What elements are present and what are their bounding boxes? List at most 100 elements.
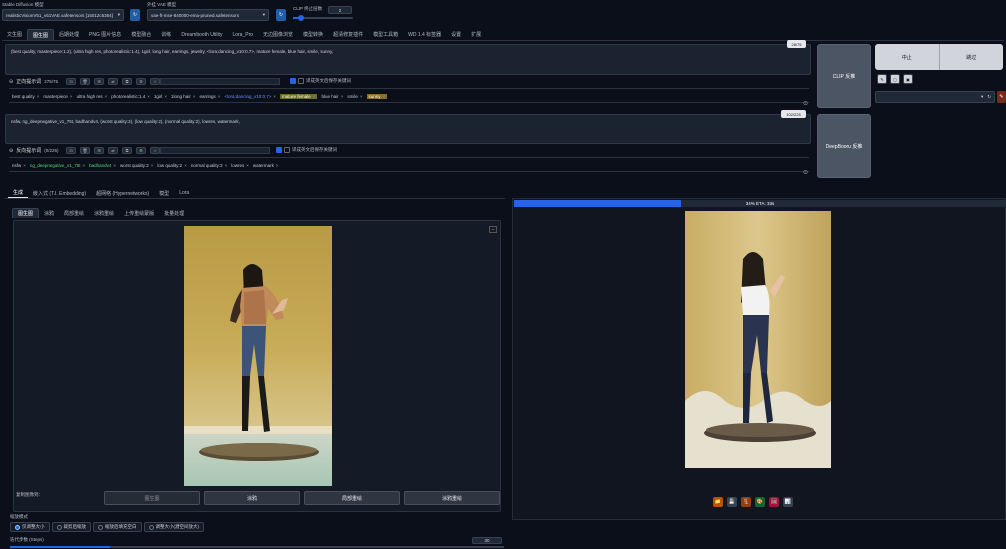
clipboard-icon[interactable]: ▢ — [890, 74, 900, 84]
prompt-chip[interactable]: badhandv4 × — [89, 163, 116, 168]
star-icon[interactable]: ☆ — [150, 147, 160, 154]
expand-icon[interactable]: ⊙ — [803, 100, 808, 107]
paste-icon[interactable]: ⊡ — [66, 78, 76, 85]
chart-icon[interactable]: 📊 — [783, 497, 793, 507]
vae-refresh-button[interactable]: ↻ — [276, 9, 286, 21]
prompt-chip[interactable]: low quality:2 × — [157, 163, 186, 168]
tab-main[interactable]: 图生图 — [27, 29, 55, 40]
prompt-chip[interactable]: blue hair × — [321, 94, 343, 99]
copy-to-button[interactable]: 涂鸦重绘 — [404, 491, 500, 505]
close-icon[interactable]: × — [105, 94, 108, 99]
output-image[interactable] — [685, 211, 831, 468]
tab-sub[interactable]: 生成 — [8, 188, 29, 198]
negative-search-input[interactable] — [160, 147, 270, 154]
tab-main[interactable]: Dreambooth Utility — [176, 29, 227, 40]
tab-img2img-mode[interactable]: 图生图 — [12, 208, 40, 218]
positive-search-input[interactable] — [160, 78, 280, 85]
save-icon[interactable]: ▣ — [903, 74, 913, 84]
pencil-icon[interactable]: ✎ — [877, 74, 887, 84]
apply-style-button[interactable]: ✎ — [997, 91, 1006, 103]
positive-prompt-textarea[interactable]: (best quality, masterpiece:1.2), (ultra … — [5, 44, 811, 75]
resize-mode-option[interactable]: 裁剪后缩放 — [51, 522, 91, 532]
close-icon[interactable]: × — [82, 163, 85, 168]
checkpoint-refresh-button[interactable]: ↻ — [130, 9, 140, 21]
prompt-chip[interactable]: masterpiece × — [43, 94, 72, 99]
skip-button[interactable]: 跳过 — [940, 44, 1004, 70]
checkpoint-select[interactable]: realisticVisionV51_v51VAE.safetensors [1… — [2, 9, 124, 21]
prompt-chip[interactable]: lowres × — [231, 163, 249, 168]
settings-icon[interactable]: ⚙ — [136, 147, 146, 154]
tab-sub[interactable]: Lora — [174, 188, 194, 198]
vae-select[interactable]: vae-ft-mse-840000-ema-pruned.safetensors… — [147, 9, 269, 21]
interrupt-button[interactable]: 中止 — [875, 44, 940, 70]
tab-sub[interactable]: 模型 — [154, 188, 174, 198]
tab-main[interactable]: 模型工具箱 — [368, 29, 403, 40]
trash-icon[interactable]: 🗑 — [80, 78, 90, 85]
tab-main[interactable]: 模型转换 — [298, 29, 328, 40]
tab-img2img-mode[interactable]: 局部重绘 — [59, 208, 89, 218]
tab-main[interactable]: 设置 — [446, 29, 466, 40]
palette-icon[interactable]: 🎨 — [755, 497, 765, 507]
copy-icon[interactable]: ⧉ — [122, 78, 132, 85]
close-icon[interactable]: × — [218, 94, 221, 99]
tab-img2img-mode[interactable]: 涂鸦重绘 — [89, 208, 119, 218]
tab-main[interactable]: 超清修复插件 — [328, 29, 368, 40]
input-image[interactable] — [184, 226, 332, 486]
tab-main[interactable]: 无边图像浏览 — [258, 29, 298, 40]
collapse-icon[interactable]: ⊖ — [9, 79, 13, 85]
prompt-chip[interactable]: normal quality:2 × — [191, 163, 227, 168]
prompt-chip[interactable]: worst quality:2 × — [120, 163, 153, 168]
prompt-chip[interactable]: ng_deepnegative_v1_75t × — [30, 163, 85, 168]
prompt-chip[interactable]: best quality × — [12, 94, 39, 99]
clip-skip-slider[interactable] — [293, 15, 353, 21]
save-icon[interactable]: 💾 — [727, 497, 737, 507]
close-icon[interactable]: × — [313, 94, 316, 99]
resize-mode-option[interactable]: 缩放后填充空白 — [93, 522, 142, 532]
close-icon[interactable]: × — [193, 94, 196, 99]
copy-to-button[interactable]: 涂鸦 — [204, 491, 300, 505]
copy-icon[interactable]: ⧉ — [122, 147, 132, 154]
translate-icon[interactable]: ⇄ — [108, 147, 118, 154]
prompt-chip[interactable]: <lora:dancing_v10:0.7> × — [224, 94, 276, 99]
copy-to-button[interactable]: 局部重绘 — [304, 491, 400, 505]
collapse-icon[interactable]: ⊖ — [9, 148, 13, 154]
close-icon[interactable]: × — [246, 163, 249, 168]
steps-slider[interactable] — [10, 546, 504, 548]
tab-img2img-mode[interactable]: 上传重绘蒙版 — [119, 208, 159, 218]
tab-sub[interactable]: 嵌入式 (T.I. Embedding) — [28, 188, 91, 198]
resize-mode-option[interactable]: 仅调整大小 — [10, 522, 50, 532]
steps-input[interactable]: 30 — [472, 537, 502, 544]
close-icon[interactable]: × — [23, 163, 26, 168]
close-icon[interactable]: × — [360, 94, 363, 99]
tab-main[interactable]: 文生图 — [2, 29, 27, 40]
close-icon[interactable]: × — [273, 94, 276, 99]
deepbooru-interrogate-button[interactable]: DeepBooru 反推 — [817, 114, 871, 178]
negative-translate-checkbox[interactable]: 译成英文后保存关键词 — [276, 147, 337, 153]
refresh-icon[interactable]: ↻ — [987, 94, 991, 100]
trash-icon[interactable]: 🗑 — [80, 147, 90, 154]
close-icon[interactable]: × — [70, 94, 73, 99]
positive-translate-checkbox[interactable]: 译成英文后保存关键词 — [290, 78, 351, 84]
prompt-chip[interactable]: mature female × — [280, 93, 318, 99]
close-icon[interactable]: × — [164, 94, 167, 99]
clip-skip-input[interactable]: 2 — [328, 6, 352, 14]
translate-icon[interactable]: ⇄ — [108, 78, 118, 85]
close-icon[interactable]: × — [383, 94, 386, 99]
negative-prompt-textarea[interactable]: nsfw, ng_deepnegative_v1_75t, badhandv4,… — [5, 114, 811, 144]
tab-main[interactable]: WD 1.4 标签器 — [403, 29, 446, 40]
resize-mode-option[interactable]: 调整大小(潜空间放大) — [143, 522, 204, 532]
zip-icon[interactable]: 🗜 — [741, 497, 751, 507]
clear-image-icon[interactable]: – — [489, 226, 497, 233]
prompt-chip[interactable]: photorealistic:1.4 × — [111, 94, 150, 99]
tab-main[interactable]: 训练 — [156, 29, 176, 40]
prompt-chip[interactable]: ultra high res × — [77, 94, 108, 99]
close-icon[interactable]: × — [341, 94, 344, 99]
prompt-chip[interactable]: earrings × — [199, 94, 220, 99]
history-icon[interactable]: ☰ — [94, 147, 104, 154]
close-icon[interactable]: × — [184, 163, 187, 168]
image-icon[interactable]: 🖼 — [769, 497, 779, 507]
close-icon[interactable]: × — [113, 163, 116, 168]
tab-sub[interactable]: 超网络 (Hypernetworks) — [91, 188, 154, 198]
copy-to-button[interactable]: 图生图 — [104, 491, 200, 505]
close-icon[interactable]: × — [147, 94, 150, 99]
